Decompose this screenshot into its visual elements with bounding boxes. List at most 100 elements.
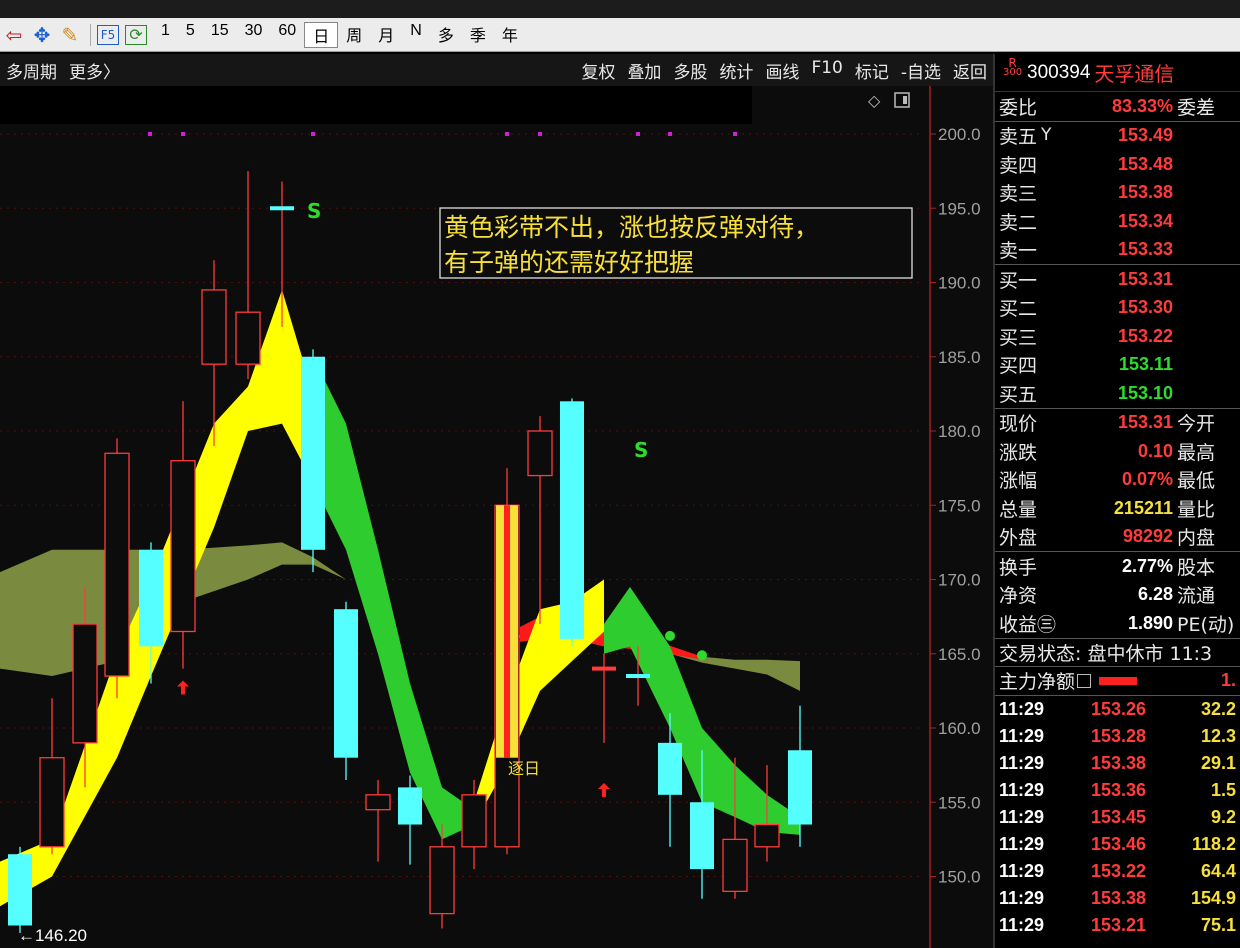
list-icon[interactable] xyxy=(1077,673,1092,688)
stock-code: 300394 xyxy=(1027,61,1091,83)
period-4[interactable]: 60 xyxy=(270,22,304,48)
main-net-row: 主力净额 1. xyxy=(995,666,1240,695)
stat-row-1-label2: 最高 xyxy=(1177,441,1216,464)
stat-row-2-label: 涨幅 xyxy=(999,470,1038,493)
buy-row-4-value: 153.10 xyxy=(1117,382,1173,403)
tick-price: 153.36 xyxy=(1091,779,1147,800)
tick-vol: 75.1 xyxy=(1200,914,1236,935)
buy-row-1: 买二 153.30 xyxy=(995,294,1240,323)
chart-menu-item-1[interactable]: 叠加 xyxy=(621,58,667,83)
indicator-dot xyxy=(505,132,509,136)
stat2-row-1-label2: 流通 xyxy=(1177,585,1216,608)
buy-arrow-stem xyxy=(602,788,606,797)
buy-row-2-value: 153.22 xyxy=(1117,325,1173,346)
panel-toggle-icon-inner xyxy=(903,96,907,104)
stat-row-0-value: 153.31 xyxy=(1117,412,1173,433)
candle-body xyxy=(722,838,748,892)
buy-row-3: 买四 153.11 xyxy=(995,351,1240,380)
stat-row-1-value: 0.10 xyxy=(1137,440,1173,461)
r-tag-bottom: 300 xyxy=(1003,67,1023,78)
tick-price: 153.45 xyxy=(1091,806,1147,827)
period-9[interactable]: 多 xyxy=(430,22,462,48)
back-arrow-icon[interactable]: ⇦ xyxy=(0,21,28,49)
tick-row: 11:29 153.36 1.5 xyxy=(995,777,1240,804)
stats-block-2: 换手 2.77% 股本 净资 6.28 流通 收益㊂ 1.890 PE(动) xyxy=(995,551,1240,638)
diamond-icon[interactable]: ◇ xyxy=(868,91,881,110)
candle-body xyxy=(301,356,325,550)
chart-menu-item-0[interactable]: 复权 xyxy=(575,58,621,83)
candle-body xyxy=(754,823,780,848)
main-net-label: 主力净额 xyxy=(999,671,1076,694)
chart-menu-item-2[interactable]: 多股 xyxy=(667,58,713,83)
tick-time: 11:29 xyxy=(999,887,1045,908)
tick-price: 153.21 xyxy=(1091,914,1147,935)
tick-time: 11:29 xyxy=(999,914,1045,935)
candle-body xyxy=(235,311,261,365)
tick-vol: 9.2 xyxy=(1210,806,1236,827)
period-5[interactable]: 日 xyxy=(304,21,339,48)
price-tick-label: 160.0 xyxy=(938,719,981,738)
sell-orders: 卖五 153.49 Y 卖四 153.48 卖三 153.38 卖二 153.34 卖一 153.3… xyxy=(995,120,1240,265)
tick-time: 11:29 xyxy=(999,860,1045,881)
buy-orders: 买一 153.31 买二 153.30 买三 153.22 买四 153.11 买五 153.10 xyxy=(995,264,1240,408)
tick-vol: 29.1 xyxy=(1200,752,1236,773)
tick-vol: 64.4 xyxy=(1200,860,1236,881)
stock-name: 天孚通信 xyxy=(1094,62,1175,86)
low-price-label: ←146.20 xyxy=(18,926,87,945)
f5-icon[interactable]: F5 xyxy=(97,24,119,45)
buy-row-0: 买一 153.31 xyxy=(995,265,1240,294)
period-8[interactable]: N xyxy=(402,22,430,48)
candle-body xyxy=(39,757,65,848)
period-0[interactable]: 1 xyxy=(153,22,178,48)
stats-block: 现价 153.31 今开 涨跌 0.10 最高 涨幅 0.07% 最低 总量 215211 量比 外盘 9… xyxy=(995,407,1240,552)
stat2-row-2-label: 收益㊂ xyxy=(999,613,1057,636)
highlight-candle-core xyxy=(504,505,510,758)
period-6[interactable]: 周 xyxy=(338,22,370,48)
period-1[interactable]: 5 xyxy=(178,22,203,48)
annotation-line-2: 有子弹的还需好好把握 xyxy=(444,248,694,277)
stat-row-4-label: 外盘 xyxy=(999,527,1038,550)
candle-body xyxy=(527,430,553,477)
period-7[interactable]: 月 xyxy=(370,22,402,48)
multi-period-button[interactable]: 多周期 xyxy=(0,58,63,83)
sell-row-0: 卖五 153.49 Y xyxy=(995,122,1240,151)
period-3[interactable]: 30 xyxy=(237,22,271,48)
buy-row-4: 买五 153.10 xyxy=(995,379,1240,408)
tick-price: 153.28 xyxy=(1091,725,1147,746)
period-10[interactable]: 季 xyxy=(462,22,494,48)
period-11[interactable]: 年 xyxy=(494,22,526,48)
more-button[interactable]: 更多〉 xyxy=(63,58,126,83)
quote-panel: R 300 300394 天孚通信 委比 83.33% 委差 卖五 153.49 Y… xyxy=(993,54,1240,948)
chart-menu-item-8[interactable]: 返回 xyxy=(947,58,993,83)
chart-menu-item-6[interactable]: 标记 xyxy=(849,58,895,83)
stat2-row-0: 换手 2.77% 股本 xyxy=(995,552,1240,581)
sell-row-4-label: 卖一 xyxy=(999,240,1038,263)
candle-body xyxy=(72,623,98,744)
chart-menu-item-3[interactable]: 统计 xyxy=(713,58,759,83)
tick-time: 11:29 xyxy=(999,725,1045,746)
stat-row-0-label: 现价 xyxy=(999,413,1038,436)
kline-chart[interactable]: 200.0 195.0 190.0 185.0 180.0 175.0 170.0 165.0… xyxy=(0,86,993,948)
tick-vol: 32.2 xyxy=(1200,698,1236,719)
buy-row-2: 买三 153.22 xyxy=(995,322,1240,351)
sell-row-2-value: 153.38 xyxy=(1117,182,1173,203)
chart-menu-item-4[interactable]: 画线 xyxy=(759,58,805,83)
stat-row-3-label: 总量 xyxy=(999,498,1038,521)
tick-row: 11:29 153.45 9.2 xyxy=(995,804,1240,831)
sell-row-4-value: 153.33 xyxy=(1117,239,1173,260)
sell-signal-s-1: S xyxy=(307,199,321,223)
stat2-row-0-value: 2.77% xyxy=(1121,555,1173,576)
buy-row-0-label: 买一 xyxy=(999,269,1038,292)
tick-time: 11:29 xyxy=(999,779,1045,800)
chart-menu-item-5[interactable]: F10 xyxy=(805,58,848,83)
chart-menu-bar: 多周期 更多〉 复权 叠加 多股 统计 画线 F10 标记 -自选 返回 xyxy=(0,54,993,86)
trade-status-row: 交易状态: 盘中休市 11:3 xyxy=(995,637,1240,667)
period-2[interactable]: 15 xyxy=(203,22,237,48)
stat2-row-2-value: 1.890 xyxy=(1127,612,1173,633)
move-cross-icon[interactable]: ✥ xyxy=(28,21,56,49)
refresh-icon[interactable]: ⟳ xyxy=(125,24,147,45)
tick-list: 11:29 153.26 32.2 11:29 153.28 12.3 11:29 153.3… xyxy=(995,694,1240,939)
stat-row-4-label2: 内盘 xyxy=(1177,527,1216,550)
pencil-icon[interactable]: ✎ xyxy=(56,21,84,49)
chart-menu-item-7[interactable]: -自选 xyxy=(895,58,947,83)
